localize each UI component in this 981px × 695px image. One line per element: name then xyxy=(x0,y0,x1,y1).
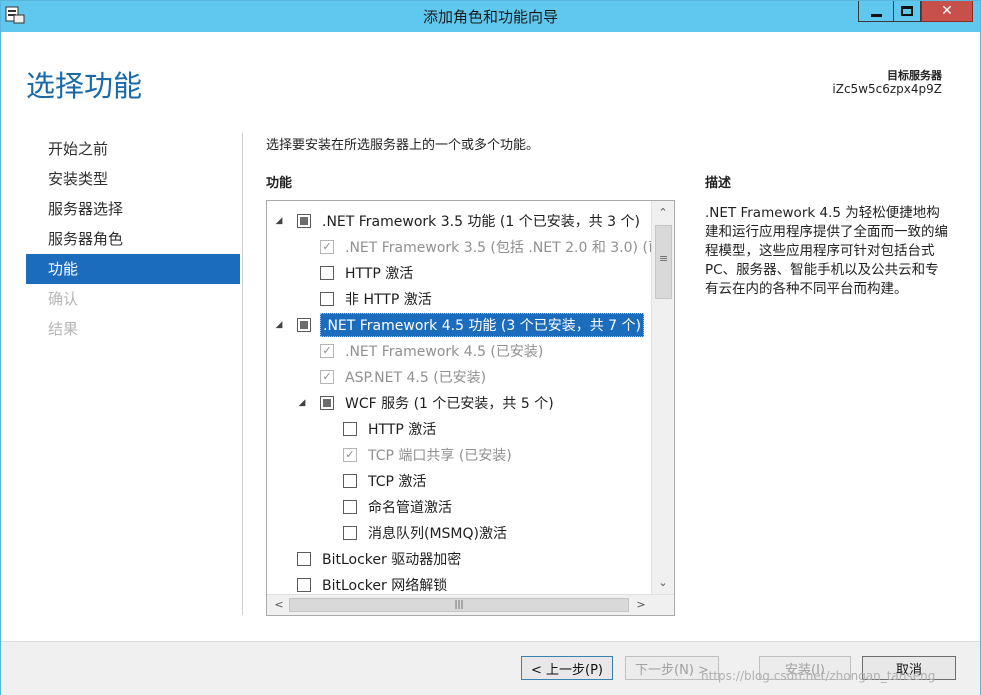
minimize-icon xyxy=(870,13,882,17)
window-title: 添加角色和功能向导 xyxy=(422,8,558,26)
feature-label: BitLocker 网络解锁 xyxy=(322,578,448,594)
scroll-left-icon[interactable]: < xyxy=(269,595,289,615)
nav-item-results: 结果 xyxy=(48,320,79,338)
feature-tree-row[interactable]: .NET Framework 4.5 (已安装) xyxy=(267,338,651,364)
target-server-label: 目标服务器 xyxy=(887,69,942,82)
nav-item-confirmation: 确认 xyxy=(48,290,79,308)
feature-tree-row[interactable]: 消息队列(MSMQ)激活 xyxy=(267,520,651,546)
horizontal-scrollbar[interactable]: < ||| > xyxy=(267,594,674,615)
feature-tree-row[interactable]: BitLocker 驱动器加密 xyxy=(267,546,651,572)
feature-label: ASP.NET 4.5 (已安装) xyxy=(345,370,487,386)
watermark-text: https://blog.csdn.net/zhongan_tanseng xyxy=(701,669,936,683)
feature-label: .NET Framework 4.5 (已安装) xyxy=(345,344,544,360)
feature-checkbox[interactable] xyxy=(343,422,357,436)
vertical-scroll-thumb[interactable] xyxy=(655,225,672,299)
feature-label: 命名管道激活 xyxy=(368,500,452,516)
target-server-value: iZc5w5c6zpx4p9Z xyxy=(832,82,942,96)
feature-checkbox[interactable] xyxy=(320,396,334,410)
feature-tree-row[interactable]: .NET Framework 3.5 (包括 .NET 2.0 和 3.0) (… xyxy=(267,234,651,260)
feature-tree-row[interactable]: 非 HTTP 激活 xyxy=(267,286,651,312)
horizontal-scroll-thumb[interactable]: ||| xyxy=(289,598,629,612)
feature-checkbox xyxy=(320,370,334,384)
scroll-down-icon[interactable]: ⌄ xyxy=(652,573,674,593)
features-tree-list: ◢ .NET Framework 3.5 功能 (1 个已安装，共 3 个) .NE… xyxy=(267,208,651,594)
feature-checkbox[interactable] xyxy=(343,526,357,540)
description-heading: 描述 xyxy=(705,176,732,191)
feature-tree-row[interactable]: ASP.NET 4.5 (已安装) xyxy=(267,364,651,390)
title-bar[interactable]: 添加角色和功能向导 ✕ xyxy=(1,1,980,32)
wizard-window: 添加角色和功能向导 ✕ 选择功能 目标服务器 iZc5w5c6zpx4p9Z 开… xyxy=(0,0,981,695)
nav-divider xyxy=(242,133,243,615)
feature-label: 消息队列(MSMQ)激活 xyxy=(368,526,507,542)
features-tree[interactable]: ◢ .NET Framework 3.5 功能 (1 个已安装，共 3 个) .NE… xyxy=(266,200,675,616)
close-button[interactable]: ✕ xyxy=(921,1,973,22)
wizard-nav: 开始之前 安装类型 服务器选择 服务器角色 功能 确认 结果 xyxy=(26,134,240,344)
scroll-up-icon[interactable]: ⌃ xyxy=(652,203,674,223)
feature-checkbox[interactable] xyxy=(320,266,334,280)
expand-toggle-icon[interactable]: ◢ xyxy=(296,398,308,408)
feature-label: .NET Framework 3.5 (包括 .NET 2.0 和 3.0) (… xyxy=(345,240,651,256)
description-text: .NET Framework 4.5 为轻松便捷地构建和运行应用程序提供了全面而… xyxy=(705,205,948,297)
vertical-scrollbar[interactable]: ⌃ ⌄ xyxy=(651,201,674,594)
feature-checkbox[interactable] xyxy=(343,474,357,488)
feature-label: .NET Framework 3.5 功能 (1 个已安装，共 3 个) xyxy=(322,214,640,230)
feature-tree-row[interactable]: HTTP 激活 xyxy=(267,260,651,286)
expand-toggle-icon[interactable]: ◢ xyxy=(273,216,285,226)
maximize-icon xyxy=(901,6,913,16)
feature-checkbox xyxy=(320,240,334,254)
page-title: 选择功能 xyxy=(26,69,143,103)
feature-tree-row[interactable]: 命名管道激活 xyxy=(267,494,651,520)
features-heading: 功能 xyxy=(266,176,293,191)
instruction-text: 选择要安装在所选服务器上的一个或多个功能。 xyxy=(266,138,540,153)
feature-label: BitLocker 驱动器加密 xyxy=(322,552,462,568)
nav-item-installation-type[interactable]: 安装类型 xyxy=(26,164,240,194)
feature-label: TCP 端口共享 (已安装) xyxy=(368,448,512,464)
feature-checkbox[interactable] xyxy=(297,552,311,566)
feature-checkbox xyxy=(343,448,357,462)
feature-checkbox xyxy=(320,344,334,358)
feature-checkbox[interactable] xyxy=(320,292,334,306)
feature-tree-row[interactable]: HTTP 激活 xyxy=(267,416,651,442)
feature-label: .NET Framework 4.5 功能 (3 个已安装，共 7 个) xyxy=(320,313,644,337)
feature-tree-row[interactable]: TCP 激活 xyxy=(267,468,651,494)
feature-label: HTTP 激活 xyxy=(345,266,414,282)
feature-checkbox[interactable] xyxy=(297,214,311,228)
minimize-button[interactable] xyxy=(858,1,893,22)
feature-tree-row[interactable]: ◢ .NET Framework 4.5 功能 (3 个已安装，共 7 个) xyxy=(267,312,651,338)
feature-tree-row[interactable]: ◢ .NET Framework 3.5 功能 (1 个已安装，共 3 个) xyxy=(267,208,651,234)
nav-item-server-roles[interactable]: 服务器角色 xyxy=(26,224,240,254)
nav-item-server-selection[interactable]: 服务器选择 xyxy=(26,194,240,224)
scroll-right-icon[interactable]: > xyxy=(631,595,651,615)
nav-item-before-you-begin[interactable]: 开始之前 xyxy=(26,134,240,164)
feature-label: TCP 激活 xyxy=(368,474,427,490)
close-icon: ✕ xyxy=(941,3,953,19)
feature-label: WCF 服务 (1 个已安装，共 5 个) xyxy=(345,396,554,412)
feature-checkbox[interactable] xyxy=(343,500,357,514)
feature-label: HTTP 激活 xyxy=(368,422,437,438)
feature-tree-row[interactable]: ◢ WCF 服务 (1 个已安装，共 5 个) xyxy=(267,390,651,416)
feature-label: 非 HTTP 激活 xyxy=(345,292,432,308)
feature-checkbox[interactable] xyxy=(297,318,311,332)
previous-button[interactable]: < 上一步(P) xyxy=(521,656,613,680)
feature-tree-row[interactable]: TCP 端口共享 (已安装) xyxy=(267,442,651,468)
maximize-button[interactable] xyxy=(893,1,921,22)
nav-item-features[interactable]: 功能 xyxy=(26,254,240,284)
expand-toggle-icon[interactable]: ◢ xyxy=(273,320,285,330)
feature-tree-row[interactable]: BitLocker 网络解锁 xyxy=(267,572,651,594)
feature-checkbox[interactable] xyxy=(297,578,311,592)
